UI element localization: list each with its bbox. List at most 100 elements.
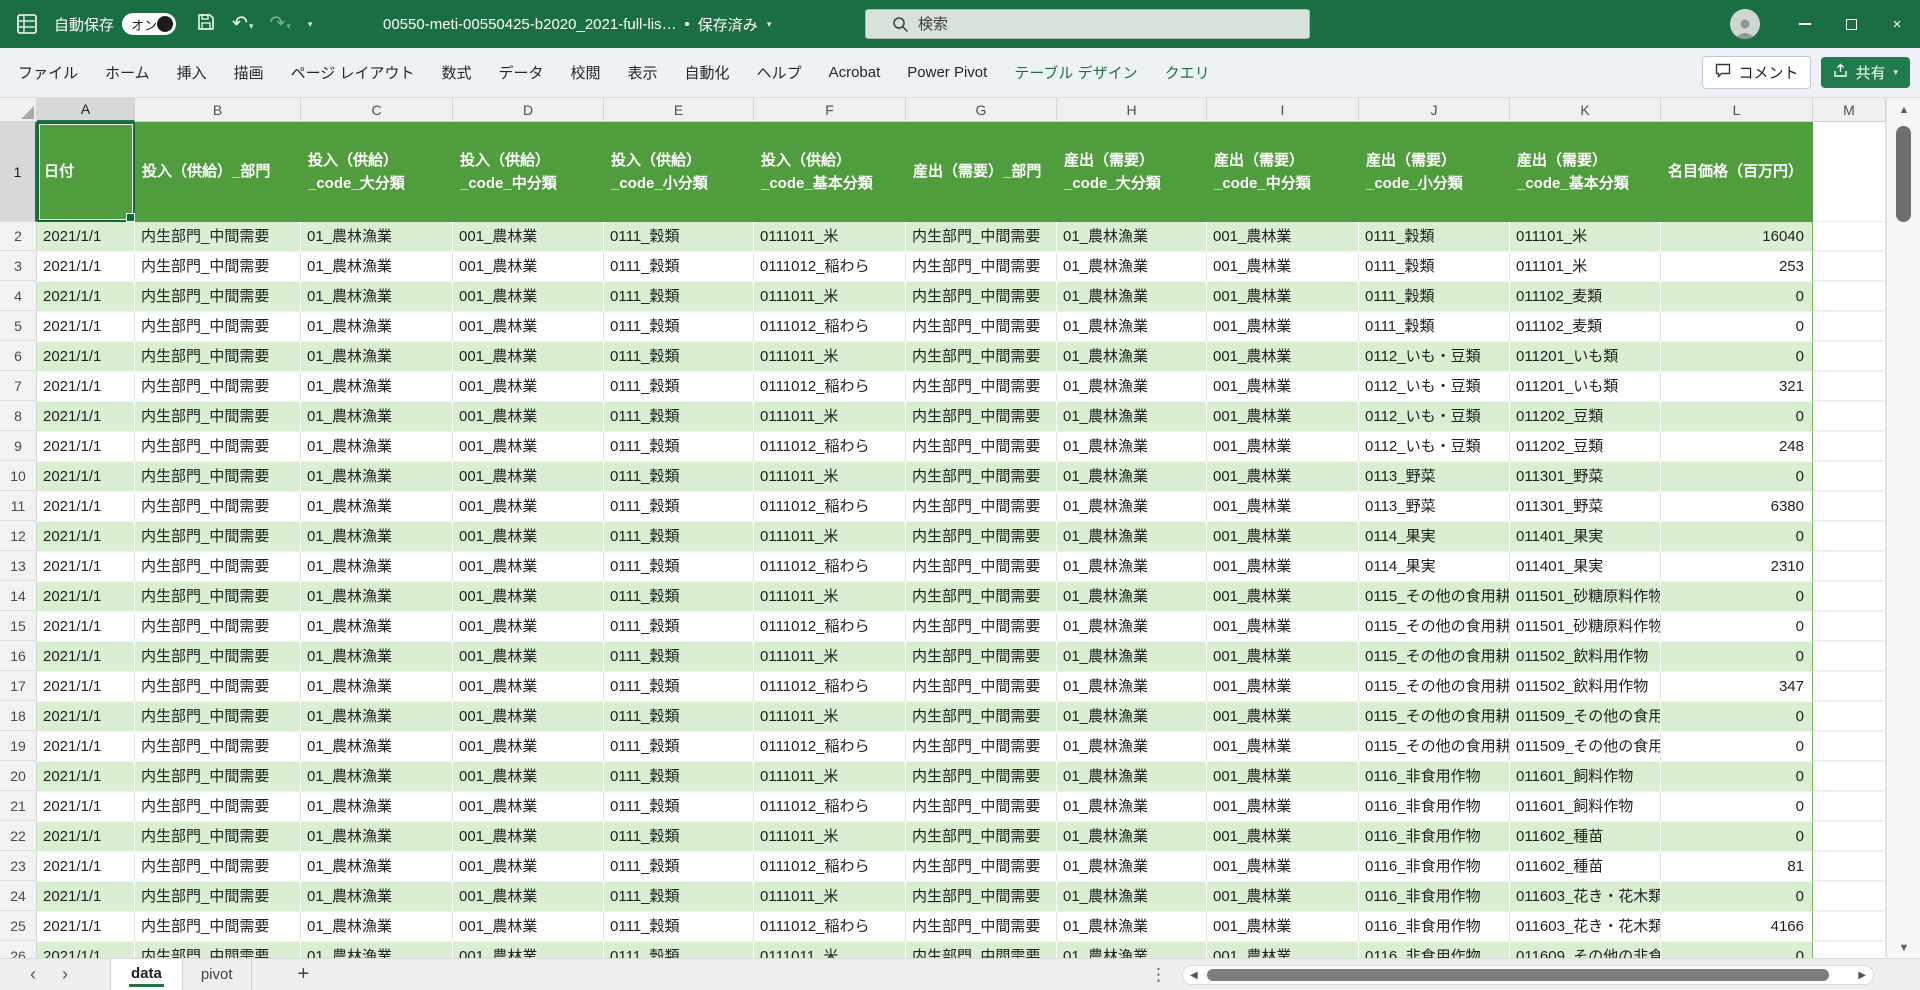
cell-G10[interactable]: 内生部門_中間需要 (906, 462, 1057, 491)
vertical-scrollbar-thumb[interactable] (1896, 126, 1911, 222)
header-cell-B[interactable]: 投入（供給）_部門 (135, 122, 301, 222)
cell-K16[interactable]: 011502_飲料用作物 (1510, 642, 1661, 671)
cell-F15[interactable]: 0111012_稲わら (754, 612, 906, 641)
cell-D24[interactable]: 001_農林業 (453, 882, 604, 911)
cell-M16[interactable] (1813, 642, 1886, 671)
cell-D20[interactable]: 001_農林業 (453, 762, 604, 791)
cell-I2[interactable]: 001_農林業 (1207, 222, 1359, 251)
cell-J6[interactable]: 0112_いも・豆類 (1359, 342, 1510, 371)
cell-F9[interactable]: 0111012_稲わら (754, 432, 906, 461)
cell-J24[interactable]: 0116_非食用作物 (1359, 882, 1510, 911)
cell-D21[interactable]: 001_農林業 (453, 792, 604, 821)
cell-I18[interactable]: 001_農林業 (1207, 702, 1359, 731)
cell-E21[interactable]: 0111_穀類 (604, 792, 754, 821)
cell-G24[interactable]: 内生部門_中間需要 (906, 882, 1057, 911)
cell-M9[interactable] (1813, 432, 1886, 461)
cell-G25[interactable]: 内生部門_中間需要 (906, 912, 1057, 941)
cell-F14[interactable]: 0111011_米 (754, 582, 906, 611)
cell-A25[interactable]: 2021/1/1 (37, 912, 135, 941)
cell-K24[interactable]: 011603_花き・花木類 (1510, 882, 1661, 911)
cell-J19[interactable]: 0115_その他の食用耕種作物 (1359, 732, 1510, 761)
ribbon-tab-Power Pivot[interactable]: Power Pivot (907, 64, 987, 81)
cell-K20[interactable]: 011601_飼料作物 (1510, 762, 1661, 791)
cell-M26[interactable] (1813, 942, 1886, 958)
ribbon-tab-描画[interactable]: 描画 (234, 62, 264, 83)
cell-M7[interactable] (1813, 372, 1886, 401)
cell-K23[interactable]: 011602_種苗 (1510, 852, 1661, 881)
cell-G17[interactable]: 内生部門_中間需要 (906, 672, 1057, 701)
cell-E26[interactable]: 0111_穀類 (604, 942, 754, 958)
cell-D3[interactable]: 001_農林業 (453, 252, 604, 281)
row-header-19[interactable]: 19 (0, 732, 37, 761)
ribbon-tab-数式[interactable]: 数式 (441, 62, 471, 83)
cell-A13[interactable]: 2021/1/1 (37, 552, 135, 581)
cell-A14[interactable]: 2021/1/1 (37, 582, 135, 611)
row-header-9[interactable]: 9 (0, 432, 37, 461)
cell-C22[interactable]: 01_農林漁業 (301, 822, 453, 851)
cell-D18[interactable]: 001_農林業 (453, 702, 604, 731)
cell-I5[interactable]: 001_農林業 (1207, 312, 1359, 341)
cell-K14[interactable]: 011501_砂糖原料作物 (1510, 582, 1661, 611)
cell-I26[interactable]: 001_農林業 (1207, 942, 1359, 958)
cell-J20[interactable]: 0116_非食用作物 (1359, 762, 1510, 791)
cell-C16[interactable]: 01_農林漁業 (301, 642, 453, 671)
row-header-18[interactable]: 18 (0, 702, 37, 731)
ribbon-tab-ページ レイアウト[interactable]: ページ レイアウト (291, 62, 415, 83)
cell-E10[interactable]: 0111_穀類 (604, 462, 754, 491)
cell-G21[interactable]: 内生部門_中間需要 (906, 792, 1057, 821)
column-header-C[interactable]: C (301, 98, 453, 122)
ribbon-tab-挿入[interactable]: 挿入 (177, 62, 207, 83)
cell-A4[interactable]: 2021/1/1 (37, 282, 135, 311)
cell-C11[interactable]: 01_農林漁業 (301, 492, 453, 521)
cell-M24[interactable] (1813, 882, 1886, 911)
cell-D12[interactable]: 001_農林業 (453, 522, 604, 551)
cell-A16[interactable]: 2021/1/1 (37, 642, 135, 671)
cell-D26[interactable]: 001_農林業 (453, 942, 604, 958)
cell-B13[interactable]: 内生部門_中間需要 (135, 552, 301, 581)
cell-B10[interactable]: 内生部門_中間需要 (135, 462, 301, 491)
cell-M2[interactable] (1813, 222, 1886, 251)
column-header-A[interactable]: A (37, 98, 135, 122)
cell-K17[interactable]: 011502_飲料用作物 (1510, 672, 1661, 701)
cell-I4[interactable]: 001_農林業 (1207, 282, 1359, 311)
ribbon-tab-自動化[interactable]: 自動化 (685, 62, 730, 83)
cell-C18[interactable]: 01_農林漁業 (301, 702, 453, 731)
cell-L9[interactable]: 248 (1661, 432, 1813, 461)
cell-M19[interactable] (1813, 732, 1886, 761)
cell-C25[interactable]: 01_農林漁業 (301, 912, 453, 941)
column-header-B[interactable]: B (135, 98, 301, 122)
cell-E17[interactable]: 0111_穀類 (604, 672, 754, 701)
cell-L5[interactable]: 0 (1661, 312, 1813, 341)
cell-C13[interactable]: 01_農林漁業 (301, 552, 453, 581)
row-header-8[interactable]: 8 (0, 402, 37, 431)
cell-D9[interactable]: 001_農林業 (453, 432, 604, 461)
cell-K19[interactable]: 011509_その他の食用耕種作物 (1510, 732, 1661, 761)
cell-C24[interactable]: 01_農林漁業 (301, 882, 453, 911)
cell-I20[interactable]: 001_農林業 (1207, 762, 1359, 791)
cell-G7[interactable]: 内生部門_中間需要 (906, 372, 1057, 401)
cell-L6[interactable]: 0 (1661, 342, 1813, 371)
minimize-button[interactable] (1782, 0, 1828, 48)
cell-E6[interactable]: 0111_穀類 (604, 342, 754, 371)
cell-A15[interactable]: 2021/1/1 (37, 612, 135, 641)
cell-C12[interactable]: 01_農林漁業 (301, 522, 453, 551)
cell-M1[interactable] (1813, 122, 1886, 222)
ribbon-tab-データ[interactable]: データ (499, 62, 544, 83)
cell-L3[interactable]: 253 (1661, 252, 1813, 281)
cell-M25[interactable] (1813, 912, 1886, 941)
cell-I10[interactable]: 001_農林業 (1207, 462, 1359, 491)
cell-K6[interactable]: 011201_いも類 (1510, 342, 1661, 371)
sheet-tab-data[interactable]: data (110, 959, 183, 990)
cell-J18[interactable]: 0115_その他の食用耕種作物 (1359, 702, 1510, 731)
cell-I23[interactable]: 001_農林業 (1207, 852, 1359, 881)
header-cell-D[interactable]: 投入（供給）_code_中分類 (453, 122, 604, 222)
cell-I25[interactable]: 001_農林業 (1207, 912, 1359, 941)
cell-K13[interactable]: 011401_果実 (1510, 552, 1661, 581)
column-header-F[interactable]: F (754, 98, 906, 122)
cell-K8[interactable]: 011202_豆類 (1510, 402, 1661, 431)
cell-E19[interactable]: 0111_穀類 (604, 732, 754, 761)
cell-E22[interactable]: 0111_穀類 (604, 822, 754, 851)
cell-B7[interactable]: 内生部門_中間需要 (135, 372, 301, 401)
cell-I12[interactable]: 001_農林業 (1207, 522, 1359, 551)
cell-M21[interactable] (1813, 792, 1886, 821)
